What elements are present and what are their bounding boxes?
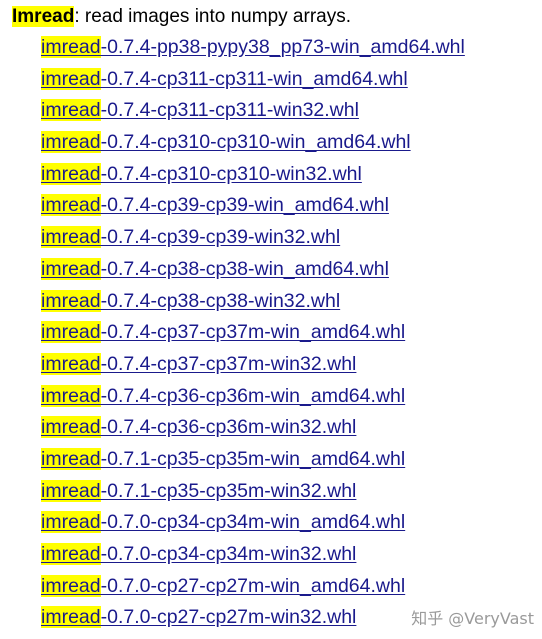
link-package-prefix: imread: [41, 479, 101, 502]
link-package-prefix: imread: [41, 131, 101, 154]
package-description: : read images into numpy arrays.: [74, 6, 351, 27]
download-link[interactable]: imread-0.7.1-cp35-cp35m-win_amd64.whl: [41, 447, 406, 470]
link-version-suffix: -0.7.4-cp36-cp36m-win_amd64.whl: [100, 384, 406, 407]
link-version-suffix: -0.7.0-cp27-cp27m-win32.whl: [100, 606, 357, 629]
download-link[interactable]: imread-0.7.4-cp310-cp310-win_amd64.whl: [41, 131, 411, 154]
list-item: imread-0.7.4-cp37-cp37m-win32.whl: [41, 350, 465, 382]
link-version-suffix: -0.7.4-cp39-cp39-win_amd64.whl: [100, 194, 389, 217]
link-version-suffix: -0.7.4-cp36-cp36m-win32.whl: [100, 416, 357, 439]
download-link[interactable]: imread-0.7.4-pp38-pypy38_pp73-win_amd64.…: [41, 36, 465, 58]
list-item: imread-0.7.4-cp39-cp39-win32.whl: [41, 223, 465, 255]
link-package-prefix: imread: [41, 257, 101, 280]
page: Imread: read images into numpy arrays. i…: [0, 0, 542, 639]
package-header: Imread: read images into numpy arrays.: [12, 3, 351, 31]
download-link[interactable]: imread-0.7.4-cp311-cp311-win_amd64.whl: [41, 67, 408, 90]
list-item: imread-0.7.4-cp36-cp36m-win_amd64.whl: [41, 382, 465, 414]
link-version-suffix: -0.7.4-cp38-cp38-win32.whl: [100, 289, 341, 312]
list-item: imread-0.7.4-cp311-cp311-win_amd64.whl: [41, 65, 465, 97]
list-item: imread-0.7.0-cp34-cp34m-win32.whl: [41, 540, 465, 572]
link-version-suffix: -0.7.4-cp310-cp310-win32.whl: [100, 162, 362, 185]
list-item: imread-0.7.4-pp38-pypy38_pp73-win_amd64.…: [41, 33, 465, 65]
list-item: imread-0.7.4-cp310-cp310-win_amd64.whl: [41, 128, 465, 160]
link-package-prefix: imread: [41, 99, 101, 122]
download-link[interactable]: imread-0.7.4-cp38-cp38-win32.whl: [41, 289, 341, 312]
list-item: imread-0.7.0-cp27-cp27m-win32.whl: [41, 603, 465, 635]
list-item: imread-0.7.4-cp39-cp39-win_amd64.whl: [41, 191, 465, 223]
download-link[interactable]: imread-0.7.4-cp311-cp311-win32.whl: [41, 99, 359, 122]
download-link[interactable]: imread-0.7.0-cp34-cp34m-win_amd64.whl: [41, 511, 406, 534]
list-item: imread-0.7.4-cp37-cp37m-win_amd64.whl: [41, 318, 465, 350]
link-version-suffix: -0.7.0-cp27-cp27m-win_amd64.whl: [100, 574, 406, 597]
list-item: imread-0.7.4-cp310-cp310-win32.whl: [41, 160, 465, 192]
link-version-suffix: -0.7.0-cp34-cp34m-win_amd64.whl: [100, 511, 406, 534]
link-version-suffix: -0.7.4-cp310-cp310-win_amd64.whl: [100, 131, 411, 154]
link-package-prefix: imread: [41, 447, 101, 470]
link-package-prefix: imread: [41, 384, 101, 407]
link-package-prefix: imread: [41, 511, 101, 534]
link-package-prefix: imread: [41, 606, 101, 629]
link-version-suffix: -0.7.4-pp38-pypy38_pp73-win_amd64.whl: [100, 36, 465, 58]
list-item: imread-0.7.0-cp27-cp27m-win_amd64.whl: [41, 572, 465, 604]
download-file-list: imread-0.7.4-pp38-pypy38_pp73-win_amd64.…: [41, 33, 465, 635]
link-version-suffix: -0.7.4-cp311-cp311-win32.whl: [100, 99, 359, 122]
list-item: imread-0.7.4-cp38-cp38-win_amd64.whl: [41, 255, 465, 287]
link-package-prefix: imread: [41, 574, 101, 597]
link-version-suffix: -0.7.4-cp37-cp37m-win_amd64.whl: [100, 321, 406, 344]
download-link[interactable]: imread-0.7.0-cp27-cp27m-win_amd64.whl: [41, 574, 406, 597]
download-link[interactable]: imread-0.7.4-cp39-cp39-win32.whl: [41, 226, 341, 249]
list-item: imread-0.7.4-cp38-cp38-win32.whl: [41, 287, 465, 319]
download-link[interactable]: imread-0.7.4-cp310-cp310-win32.whl: [41, 162, 362, 185]
list-item: imread-0.7.4-cp311-cp311-win32.whl: [41, 96, 465, 128]
link-package-prefix: imread: [41, 416, 101, 439]
download-link[interactable]: imread-0.7.4-cp36-cp36m-win32.whl: [41, 416, 357, 439]
link-version-suffix: -0.7.1-cp35-cp35m-win_amd64.whl: [100, 447, 406, 470]
link-version-suffix: -0.7.4-cp311-cp311-win_amd64.whl: [100, 67, 408, 90]
link-version-suffix: -0.7.4-cp37-cp37m-win32.whl: [100, 352, 357, 375]
download-link[interactable]: imread-0.7.0-cp34-cp34m-win32.whl: [41, 543, 356, 565]
download-link[interactable]: imread-0.7.4-cp37-cp37m-win_amd64.whl: [41, 321, 406, 344]
link-package-prefix: imread: [41, 194, 101, 217]
download-link[interactable]: imread-0.7.4-cp39-cp39-win_amd64.whl: [41, 194, 389, 217]
link-package-prefix: imread: [41, 36, 101, 58]
link-version-suffix: -0.7.4-cp39-cp39-win32.whl: [100, 226, 341, 249]
link-package-prefix: imread: [41, 162, 101, 185]
download-link[interactable]: imread-0.7.1-cp35-cp35m-win32.whl: [41, 479, 357, 502]
link-package-prefix: imread: [41, 226, 101, 249]
link-version-suffix: -0.7.1-cp35-cp35m-win32.whl: [100, 479, 357, 502]
list-item: imread-0.7.4-cp36-cp36m-win32.whl: [41, 413, 465, 445]
download-link[interactable]: imread-0.7.4-cp37-cp37m-win32.whl: [41, 352, 357, 375]
link-package-prefix: imread: [41, 543, 101, 565]
package-name: Imread: [12, 6, 75, 27]
download-link[interactable]: imread-0.7.4-cp38-cp38-win_amd64.whl: [41, 257, 389, 280]
download-link[interactable]: imread-0.7.0-cp27-cp27m-win32.whl: [41, 606, 357, 629]
list-item: imread-0.7.1-cp35-cp35m-win_amd64.whl: [41, 445, 465, 477]
link-package-prefix: imread: [41, 67, 101, 90]
watermark: 知乎 @VeryVast: [411, 609, 534, 628]
link-version-suffix: -0.7.4-cp38-cp38-win_amd64.whl: [100, 257, 389, 280]
list-item: imread-0.7.1-cp35-cp35m-win32.whl: [41, 477, 465, 509]
download-link[interactable]: imread-0.7.4-cp36-cp36m-win_amd64.whl: [41, 384, 406, 407]
list-item: imread-0.7.0-cp34-cp34m-win_amd64.whl: [41, 508, 465, 540]
link-package-prefix: imread: [41, 321, 101, 344]
link-package-prefix: imread: [41, 289, 101, 312]
link-version-suffix: -0.7.0-cp34-cp34m-win32.whl: [100, 543, 357, 565]
link-package-prefix: imread: [41, 352, 101, 375]
